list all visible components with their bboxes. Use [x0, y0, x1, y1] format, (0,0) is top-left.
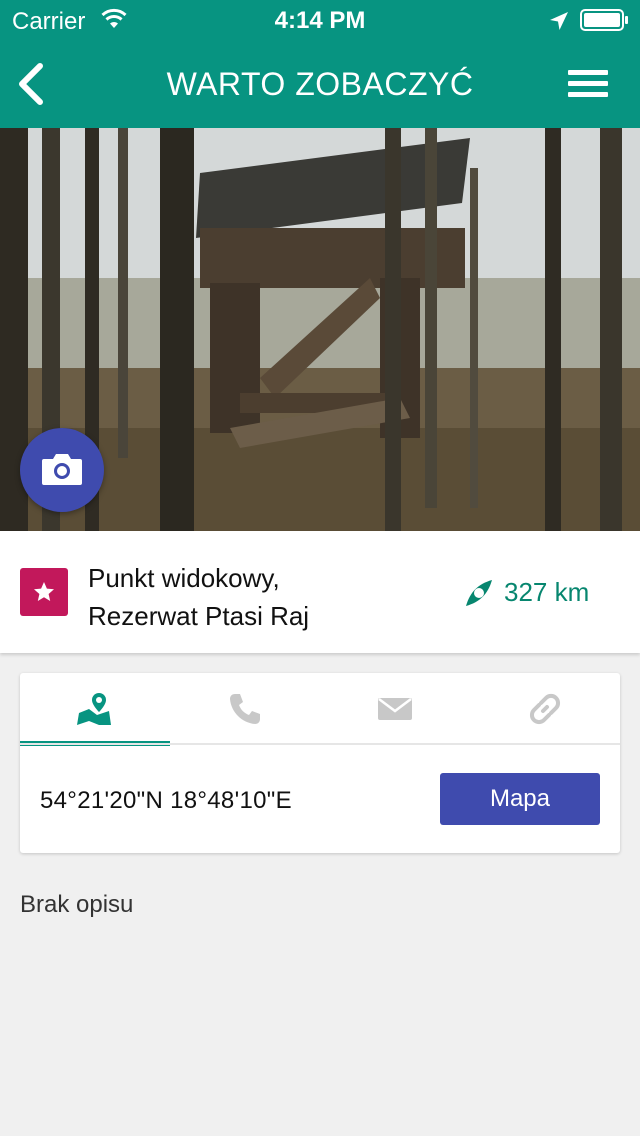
place-name: Punkt widokowy, Rezerwat Ptasi Raj [88, 559, 309, 635]
detail-card: 54°21'20"N 18°48'10"E Mapa [20, 673, 620, 853]
status-time: 4:14 PM [274, 7, 366, 34]
description-text: Brak opisu [20, 891, 134, 918]
battery-icon [580, 9, 628, 31]
tab-phone[interactable] [170, 673, 320, 745]
place-name-line2: Rezerwat Ptasi Raj [88, 601, 310, 631]
location-arrow-icon [550, 12, 568, 30]
menu-button[interactable] [562, 62, 614, 106]
tab-link[interactable] [470, 673, 620, 745]
phone-icon [230, 694, 260, 724]
place-name-line1: Punkt widokowy, [88, 563, 280, 593]
status-bar: Carrier 4:14 PM [0, 0, 640, 40]
link-icon [529, 693, 561, 725]
map-button[interactable]: Mapa [440, 773, 600, 825]
tab-divider [20, 743, 620, 745]
camera-button[interactable] [20, 428, 104, 512]
coordinates-text: 54°21'20"N 18°48'10"E [40, 787, 292, 814]
hamburger-menu-icon [568, 70, 608, 97]
tab-email[interactable] [320, 673, 470, 745]
page-title: WARTO ZOBACZYĆ [166, 66, 474, 102]
star-icon [34, 582, 54, 601]
distance-label: 327 km [504, 577, 590, 607]
category-badge [20, 568, 68, 616]
tab-location[interactable] [20, 673, 170, 746]
map-pin-icon [77, 693, 111, 725]
nav-bar: WARTO ZOBACZYĆ [0, 40, 640, 128]
compass-icon [466, 580, 492, 606]
camera-icon [42, 454, 82, 485]
hero-photo [0, 128, 640, 531]
place-info-card: Punkt widokowy, Rezerwat Ptasi Raj 327 k… [0, 531, 640, 653]
mail-icon [378, 698, 412, 720]
